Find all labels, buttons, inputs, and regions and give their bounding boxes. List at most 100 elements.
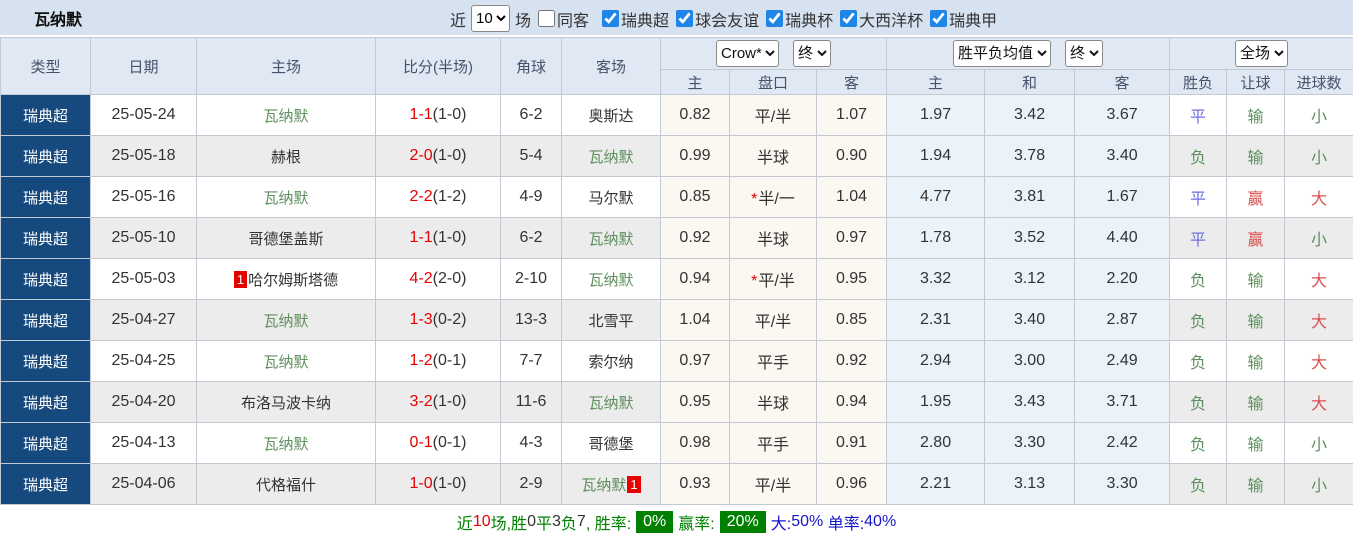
euro-odds-select[interactable]: 胜平负均值 bbox=[953, 40, 1051, 67]
score-cell: 1-1(1-0) bbox=[376, 218, 501, 259]
table-row: 瑞典超 25-05-24 瓦纳默 1-1(1-0) 6-2 奥斯达 0.82 平… bbox=[1, 95, 1353, 136]
header-euro-away: 客 bbox=[1075, 70, 1170, 95]
euro-draw-odds: 3.13 bbox=[985, 464, 1075, 505]
asian-away-odds: 0.94 bbox=[817, 382, 887, 423]
home-team: 瓦纳默 bbox=[263, 436, 308, 453]
summary-segment: 赢率: bbox=[678, 510, 714, 534]
fulltime-score: 0-1 bbox=[410, 434, 433, 451]
asian-away-odds: 1.07 bbox=[817, 95, 887, 136]
asian-away-odds: 0.96 bbox=[817, 464, 887, 505]
star-marker: * bbox=[751, 191, 757, 208]
league-checkbox[interactable] bbox=[676, 10, 693, 27]
league-label: 大西洋杯 bbox=[859, 7, 923, 31]
euro-away-odds: 2.20 bbox=[1075, 259, 1170, 300]
euro-home-odds: 2.21 bbox=[887, 464, 985, 505]
result-goals: 小 bbox=[1285, 136, 1353, 177]
home-team: 代格福什 bbox=[256, 477, 316, 494]
halftime-score: (1-0) bbox=[433, 475, 467, 492]
home-team: 哈尔姆斯塔德 bbox=[248, 272, 338, 289]
fulltime-score: 1-1 bbox=[410, 106, 433, 123]
halftime-score: (0-1) bbox=[433, 434, 467, 451]
star-marker: * bbox=[751, 273, 757, 290]
euro-draw-odds: 3.30 bbox=[985, 423, 1075, 464]
away-team-cell: 哥德堡 bbox=[562, 423, 661, 464]
result-handicap: 输 bbox=[1227, 341, 1285, 382]
away-team-cell: 奥斯达 bbox=[562, 95, 661, 136]
away-team: 瓦纳默 bbox=[588, 149, 633, 166]
asian-home-odds: 0.92 bbox=[661, 218, 730, 259]
league-type-cell: 瑞典超 bbox=[1, 382, 91, 423]
asian-away-odds: 0.91 bbox=[817, 423, 887, 464]
result-handicap: 输 bbox=[1227, 300, 1285, 341]
result-goals: 大 bbox=[1285, 300, 1353, 341]
away-team: 瓦纳默 bbox=[588, 272, 633, 289]
asian-odds-group-header: Crow* 终 bbox=[661, 38, 887, 70]
home-team-cell: 瓦纳默 bbox=[197, 341, 376, 382]
rank-badge: 1 bbox=[234, 271, 247, 288]
asian-home-odds: 1.04 bbox=[661, 300, 730, 341]
halftime-score: (0-1) bbox=[433, 352, 467, 369]
top-bar: 瓦纳默 近 10 场 同客 瑞典超球会友谊瑞典杯大西洋杯瑞典甲 bbox=[0, 0, 1353, 37]
euro-away-odds: 3.71 bbox=[1075, 382, 1170, 423]
header-goals: 进球数 bbox=[1285, 70, 1353, 95]
home-team-cell: 瓦纳默 bbox=[197, 95, 376, 136]
fulltime-score: 1-2 bbox=[410, 352, 433, 369]
home-team-cell: 布洛马波卡纳 bbox=[197, 382, 376, 423]
asian-handicap-cell: 半球 bbox=[730, 136, 817, 177]
league-type-cell: 瑞典超 bbox=[1, 423, 91, 464]
header-handicap: 让球 bbox=[1227, 70, 1285, 95]
away-team: 奥斯达 bbox=[588, 108, 633, 125]
euro-away-odds: 4.40 bbox=[1075, 218, 1170, 259]
same-opponent-checkbox[interactable] bbox=[538, 10, 555, 27]
league-filter: 瑞典甲 bbox=[923, 7, 997, 31]
asian-state-select[interactable]: 终 bbox=[793, 40, 831, 67]
league-checkbox[interactable] bbox=[840, 10, 857, 27]
league-checkbox[interactable] bbox=[766, 10, 783, 27]
result-handicap: 赢 bbox=[1227, 177, 1285, 218]
league-checkbox[interactable] bbox=[930, 10, 947, 27]
euro-home-odds: 1.97 bbox=[887, 95, 985, 136]
away-team-cell: 索尔纳 bbox=[562, 341, 661, 382]
score-cell: 0-1(0-1) bbox=[376, 423, 501, 464]
home-team: 瓦纳默 bbox=[263, 108, 308, 125]
asian-handicap-cell: 平手 bbox=[730, 341, 817, 382]
asian-away-odds: 0.97 bbox=[817, 218, 887, 259]
table-row: 瑞典超 25-05-16 瓦纳默 2-2(1-2) 4-9 马尔默 0.85 *… bbox=[1, 177, 1353, 218]
header-away: 客场 bbox=[562, 38, 661, 95]
summary-segment: 50% bbox=[791, 513, 823, 531]
away-team: 马尔默 bbox=[588, 190, 633, 207]
recent-count-select[interactable]: 10 bbox=[471, 5, 510, 32]
euro-away-odds: 3.40 bbox=[1075, 136, 1170, 177]
home-team-cell: 代格福什 bbox=[197, 464, 376, 505]
away-team: 瓦纳默 bbox=[581, 477, 626, 494]
asian-home-odds: 0.82 bbox=[661, 95, 730, 136]
result-goals: 大 bbox=[1285, 177, 1353, 218]
league-checkbox[interactable] bbox=[602, 10, 619, 27]
league-label: 瑞典超 bbox=[621, 7, 669, 31]
result-handicap: 输 bbox=[1227, 136, 1285, 177]
away-team-cell: 瓦纳默1 bbox=[562, 464, 661, 505]
halftime-score: (1-0) bbox=[433, 229, 467, 246]
table-row: 瑞典超 25-05-10 哥德堡盖斯 1-1(1-0) 6-2 瓦纳默 0.92… bbox=[1, 218, 1353, 259]
away-team: 索尔纳 bbox=[588, 354, 633, 371]
euro-state-select[interactable]: 终 bbox=[1065, 40, 1103, 67]
home-team: 瓦纳默 bbox=[263, 190, 308, 207]
home-team-cell: 瓦纳默 bbox=[197, 423, 376, 464]
result-wdl: 负 bbox=[1170, 300, 1227, 341]
score-cell: 1-2(0-1) bbox=[376, 341, 501, 382]
corner-cell: 11-6 bbox=[501, 382, 562, 423]
away-team: 瓦纳默 bbox=[588, 395, 633, 412]
corner-cell: 6-2 bbox=[501, 218, 562, 259]
asian-home-odds: 0.98 bbox=[661, 423, 730, 464]
scope-select[interactable]: 全场 bbox=[1235, 40, 1288, 67]
result-handicap: 输 bbox=[1227, 423, 1285, 464]
league-type-cell: 瑞典超 bbox=[1, 259, 91, 300]
asian-handicap-cell: 平/半 bbox=[730, 464, 817, 505]
away-team-cell: 瓦纳默 bbox=[562, 382, 661, 423]
summary-segment: 大: bbox=[771, 510, 791, 534]
bookmaker-select[interactable]: Crow* bbox=[716, 40, 779, 67]
asian-away-odds: 0.85 bbox=[817, 300, 887, 341]
home-team-cell: 瓦纳默 bbox=[197, 300, 376, 341]
handicap-line: 半/一 bbox=[758, 191, 794, 208]
header-euro-home: 主 bbox=[887, 70, 985, 95]
